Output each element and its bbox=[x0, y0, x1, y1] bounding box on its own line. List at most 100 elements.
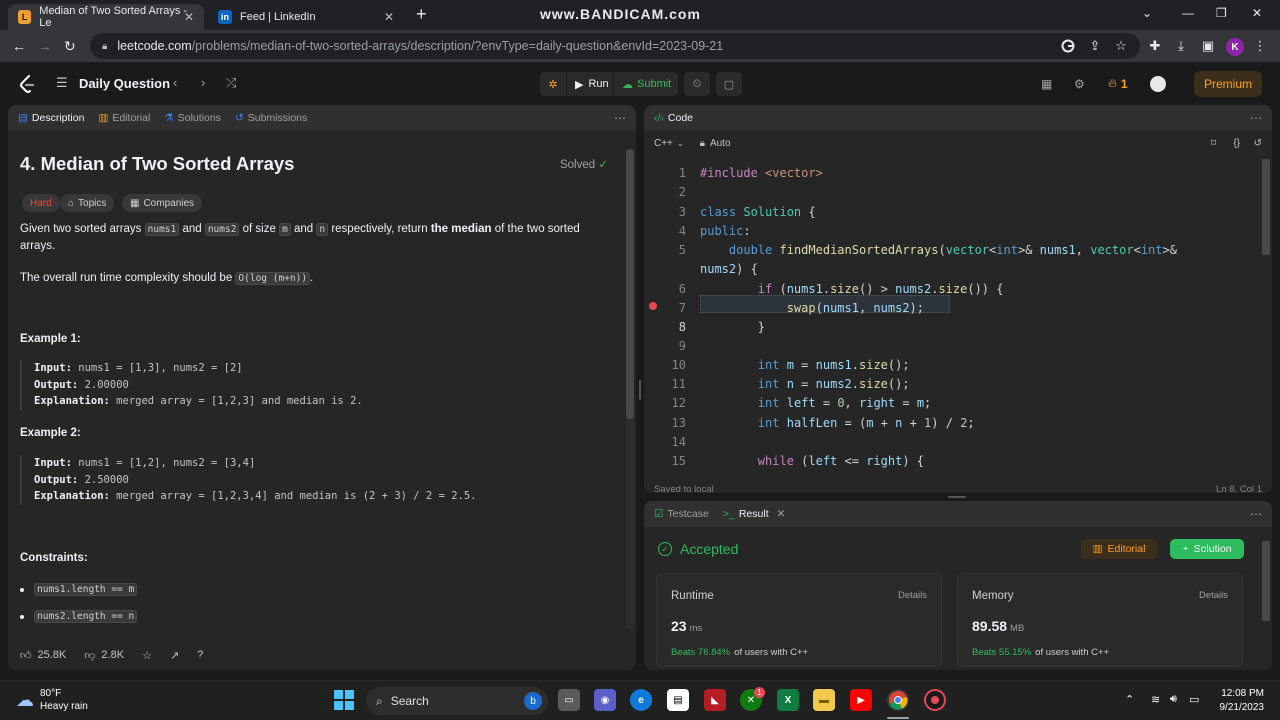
tab-solutions[interactable]: ⚗ Solutions bbox=[164, 112, 221, 124]
tab-leetcode[interactable]: L Median of Two Sorted Arrays - Le ✕ bbox=[8, 4, 204, 30]
minimize-icon[interactable]: — bbox=[1182, 6, 1194, 20]
code-line: nums2) { bbox=[700, 262, 758, 276]
maximize-icon[interactable]: ❐ bbox=[1216, 6, 1227, 20]
memory-card[interactable]: Memory Details 89.58 MB Beats 55.15% of us… bbox=[957, 573, 1243, 667]
weather-widget[interactable]: ☁ 80°F Heavy rain bbox=[16, 687, 88, 713]
format-braces-icon[interactable]: {} bbox=[1233, 138, 1240, 149]
line-number: 13 bbox=[671, 416, 686, 430]
store-icon[interactable]: ▤ bbox=[667, 689, 689, 711]
prev-problem-icon[interactable]: ‹ bbox=[173, 75, 177, 90]
tab-editorial[interactable]: ▥ Editorial bbox=[98, 112, 150, 124]
task-view-icon[interactable]: ▭ bbox=[558, 689, 580, 711]
star-icon[interactable]: ☆ bbox=[142, 649, 152, 662]
memory-details-link[interactable]: Details bbox=[1199, 590, 1228, 601]
side-panel-icon[interactable]: ▣ bbox=[1200, 38, 1216, 54]
youtube-icon[interactable]: ▶ bbox=[850, 689, 872, 711]
layout-icon[interactable]: ▦ bbox=[1041, 77, 1052, 91]
next-problem-icon[interactable]: › bbox=[201, 75, 205, 90]
list-icon[interactable]: ☰ bbox=[56, 75, 68, 91]
volume-icon[interactable]: 🔊︎ bbox=[1170, 693, 1177, 706]
back-icon[interactable]: ← bbox=[12, 38, 26, 54]
leetcode-logo-icon[interactable] bbox=[18, 74, 36, 94]
timer-icon[interactable]: ⏲ bbox=[684, 72, 710, 96]
edge-icon[interactable]: e bbox=[630, 689, 652, 711]
reset-icon[interactable]: ↺ bbox=[1254, 138, 1262, 149]
companies-tag[interactable]: ▦ Companies bbox=[122, 194, 203, 212]
share-icon[interactable]: ⇪ bbox=[1087, 38, 1103, 54]
bookmark-star-icon[interactable]: ☆ bbox=[1113, 38, 1129, 54]
share-link-icon[interactable]: ↗ bbox=[170, 649, 179, 662]
editorial-button[interactable]: ▥ Editorial bbox=[1081, 539, 1157, 559]
runtime-details-link[interactable]: Details bbox=[898, 590, 927, 601]
close-icon[interactable]: ✕ bbox=[184, 10, 194, 24]
code-editor[interactable]: 1 2 3 4 5 6 7 8 9 10 11 12 13 14 15 #inc… bbox=[644, 155, 1264, 475]
close-icon[interactable]: ✕ bbox=[384, 10, 394, 24]
panel-splitter[interactable] bbox=[948, 496, 966, 498]
help-icon[interactable]: ? bbox=[197, 649, 203, 661]
streak-counter[interactable]: 🔥︎ 1 bbox=[1108, 76, 1128, 91]
daily-question-link[interactable]: Daily Question bbox=[79, 76, 170, 91]
editor-scrollbar[interactable] bbox=[1262, 157, 1270, 475]
notification-badge: 1 bbox=[754, 687, 765, 698]
new-tab-icon[interactable]: + bbox=[416, 4, 427, 25]
extensions-icon[interactable]: ✚ bbox=[1147, 38, 1163, 54]
address-bar[interactable]: 🔒︎ leetcode.com/problems/median-of-two-s… bbox=[90, 33, 1140, 59]
tab-description[interactable]: ▤ Description bbox=[18, 112, 84, 124]
description-panel-tabs: ▤ Description ▥ Editorial ⚗ Solutions ↺ Subm… bbox=[8, 105, 636, 131]
chrome-icon[interactable] bbox=[887, 689, 909, 711]
more-icon[interactable]: ⋯ bbox=[614, 111, 626, 125]
window-close-icon[interactable]: ✕ bbox=[1252, 6, 1262, 20]
tab-title: Feed | LinkedIn bbox=[240, 11, 316, 23]
solution-button[interactable]: + Solution bbox=[1170, 539, 1244, 559]
system-clock[interactable]: 12:08 PM 9/21/2023 bbox=[1212, 687, 1265, 715]
forward-icon[interactable]: → bbox=[38, 38, 52, 54]
premium-button[interactable]: Premium bbox=[1194, 71, 1262, 97]
debug-icon[interactable]: ✲ bbox=[540, 72, 566, 96]
runtime-card[interactable]: Runtime Details 23 ms Beats 76.84% of user… bbox=[656, 573, 942, 667]
panel-splitter[interactable] bbox=[639, 380, 641, 400]
rain-cloud-icon: ☁ bbox=[16, 689, 34, 710]
close-icon[interactable]: ✕ bbox=[777, 508, 786, 520]
dislike-button[interactable]: 👎︎ 2.8K bbox=[84, 649, 124, 662]
like-button[interactable]: 👍︎ 25.8K bbox=[20, 649, 66, 662]
bookmark-icon[interactable]: ⌑ bbox=[1211, 138, 1216, 149]
topics-tag[interactable]: ⌂ Topics bbox=[60, 194, 115, 212]
file-explorer-icon[interactable]: ▬ bbox=[813, 689, 835, 711]
tab-search-icon[interactable]: ⌄ bbox=[1142, 6, 1152, 20]
teams-chat-icon[interactable]: ◉ bbox=[594, 689, 616, 711]
app-red-icon[interactable]: ◣ bbox=[704, 689, 726, 711]
tab-testcase[interactable]: ☑ Testcase bbox=[654, 508, 709, 520]
excel-icon[interactable]: X bbox=[777, 689, 799, 711]
tab-result[interactable]: >_ Result ✕ bbox=[723, 508, 786, 520]
more-icon[interactable]: ⋯ bbox=[1250, 111, 1262, 125]
taskbar-search[interactable]: ⌕ Search b bbox=[366, 687, 548, 715]
bing-icon[interactable]: b bbox=[524, 692, 542, 710]
tab-linkedin[interactable]: in Feed | LinkedIn ✕ bbox=[208, 4, 404, 30]
bandicam-record-icon[interactable] bbox=[924, 689, 946, 711]
tab-submissions[interactable]: ↺ Submissions bbox=[235, 112, 307, 124]
description-scrollbar[interactable] bbox=[626, 149, 634, 629]
user-avatar[interactable] bbox=[1150, 76, 1166, 92]
google-icon[interactable] bbox=[1060, 38, 1076, 54]
example-1-title: Example 1: bbox=[20, 333, 81, 345]
chevron-down-icon[interactable]: ⌄ bbox=[677, 139, 684, 148]
wifi-icon[interactable]: ≋ bbox=[1151, 693, 1160, 706]
menu-kebab-icon[interactable]: ⋮ bbox=[1252, 38, 1268, 54]
download-icon[interactable]: ⤓ bbox=[1173, 38, 1189, 54]
submit-button[interactable]: ☁ Submit bbox=[614, 72, 678, 96]
result-scrollbar[interactable] bbox=[1262, 531, 1270, 665]
profile-avatar[interactable]: K bbox=[1226, 38, 1244, 56]
tray-chevron-icon[interactable]: ⌃ bbox=[1125, 693, 1134, 706]
run-button[interactable]: ▶ Run bbox=[567, 72, 613, 96]
language-select[interactable]: C++ bbox=[654, 138, 673, 149]
windows-start-icon[interactable] bbox=[334, 690, 354, 710]
tab-code[interactable]: ‹/› Code bbox=[654, 112, 693, 124]
notes-icon[interactable]: ▢ bbox=[716, 72, 742, 96]
more-icon[interactable]: ⋯ bbox=[1250, 507, 1262, 521]
shuffle-icon[interactable]: ⤮ bbox=[226, 75, 236, 91]
battery-icon[interactable]: ▭ bbox=[1189, 693, 1199, 706]
doc-icon: ▤ bbox=[18, 112, 28, 124]
reload-icon[interactable]: ↻ bbox=[64, 38, 76, 55]
settings-gear-icon[interactable]: ⚙ bbox=[1074, 77, 1085, 91]
memory-value: 89.58 MB bbox=[972, 618, 1025, 634]
